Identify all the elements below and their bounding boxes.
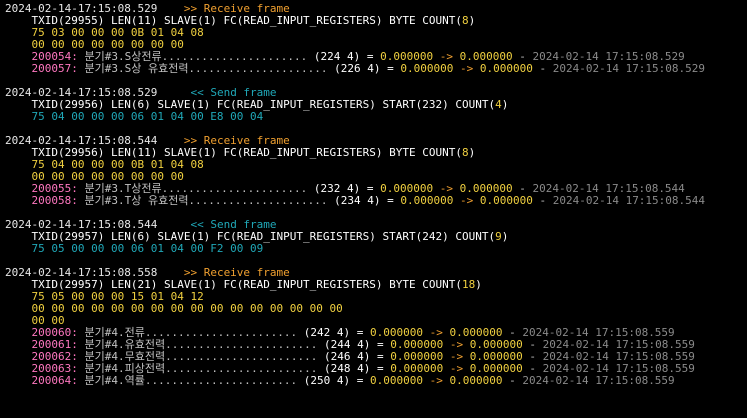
register-new-value: 0.000000 (449, 374, 503, 387)
register-old-value: 0.000000 (400, 194, 454, 207)
frame-count: 18 (461, 278, 476, 291)
frame-count: 8 (461, 146, 469, 159)
register-timestamp: 2024-02-14 17:15:08.544 (552, 194, 706, 207)
register-id: 200057: (31, 62, 78, 75)
frame-count: 8 (461, 14, 469, 27)
register-new-value: 0.000000 (479, 62, 533, 75)
frame-count-close: ) (468, 14, 476, 27)
frame-bytes: 75 04 00 00 00 06 01 04 00 E8 00 04 (31, 110, 264, 123)
frame-count-close: ) (501, 98, 509, 111)
arrow-icon: -> (429, 374, 443, 387)
frame-count: 9 (495, 230, 502, 243)
register-new-value: 0.000000 (479, 194, 533, 207)
frame-count-close: ) (475, 278, 482, 291)
register-row: 200057: 분기#3.S상 유효전력....................… (5, 63, 747, 75)
register-address: (226 4) = (334, 62, 394, 75)
register-name: 분기#3.T상 유효전력..................... (84, 194, 328, 207)
register-address: (250 4) = (303, 374, 364, 387)
separator-dash: - (539, 194, 547, 207)
register-address: (234 4) = (334, 194, 394, 207)
register-name: 분기#3.S상 유효전력..................... (84, 62, 328, 75)
register-id: 200058: (31, 194, 78, 207)
separator-dash: - (539, 62, 547, 75)
frame-bytes: 00 00 00 00 00 00 00 00 00 00 00 00 00 0… (31, 302, 343, 315)
arrow-icon: -> (459, 194, 474, 207)
register-name: 분기#4.역률....................... (84, 374, 298, 387)
register-row: 200058: 분기#3.T상 유효전력....................… (5, 195, 747, 207)
register-old-value: 0.000000 (370, 374, 423, 387)
frame-bytes: 75 05 00 00 00 06 01 04 00 F2 00 09 (31, 242, 264, 255)
console-log[interactable]: 2024-02-14-17:15:08.529 >> Receive frame… (0, 0, 747, 418)
frame-bytes-line: 00 00 00 00 00 00 00 00 00 00 00 00 00 0… (5, 303, 747, 315)
register-id: 200064: (31, 374, 78, 387)
register-timestamp: 2024-02-14 17:15:08.529 (552, 62, 706, 75)
register-timestamp: 2024-02-14 17:15:08.559 (522, 374, 675, 387)
frame-count-close: ) (501, 230, 509, 243)
frame-count: 4 (495, 98, 502, 111)
register-old-value: 0.000000 (400, 62, 454, 75)
register-row: 200064: 분기#4.역률....................... (… (5, 375, 747, 387)
arrow-icon: -> (459, 62, 474, 75)
frame-bytes-line: 75 04 00 00 00 06 01 04 00 E8 00 04 (5, 111, 747, 123)
frame-count-close: ) (468, 146, 476, 159)
frame-bytes-line: 75 05 00 00 00 06 01 04 00 F2 00 09 (5, 243, 747, 255)
separator-dash: - (509, 374, 516, 387)
